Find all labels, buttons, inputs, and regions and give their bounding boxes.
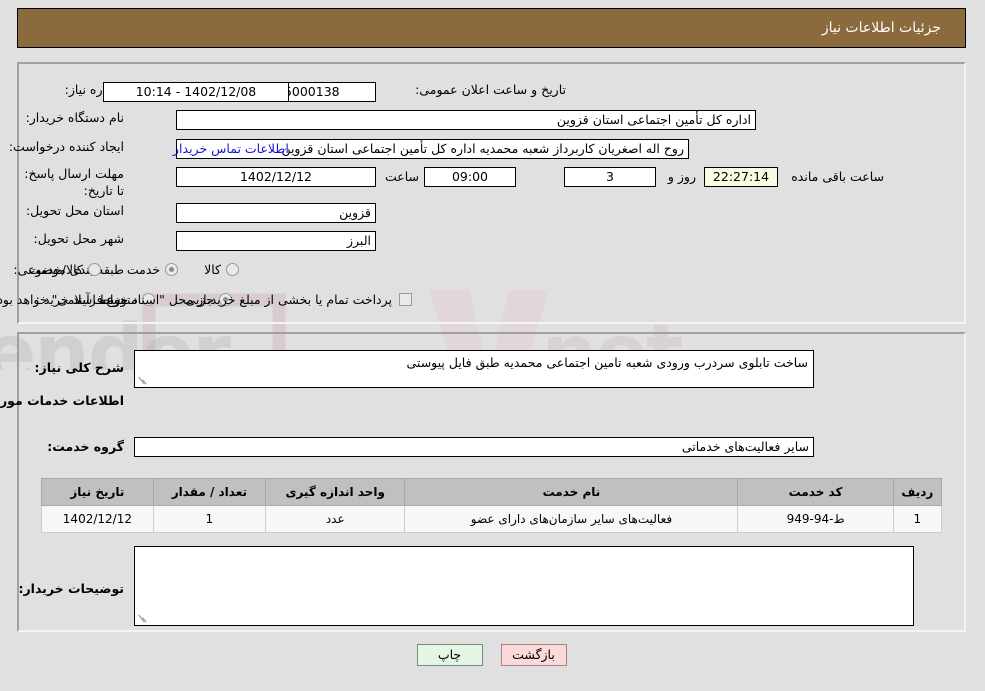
services-table: ردیف کد خدمت نام خدمت واحد اندازه گیری ت… bbox=[42, 478, 944, 533]
radio-khedmat-icon[interactable] bbox=[166, 263, 180, 276]
cell-unit: عدد bbox=[265, 505, 407, 533]
deadline-hour-label: ساعت bbox=[385, 169, 420, 184]
deadline-label: مهلت ارسال پاسخ: تا تاریخ: bbox=[25, 166, 125, 198]
col-service-code: کد خدمت bbox=[738, 478, 895, 506]
deadline-date-value: 1402/12/12 bbox=[177, 167, 377, 187]
table-header-row: ردیف کد خدمت نام خدمت واحد اندازه گیری ت… bbox=[42, 478, 944, 506]
cell-service-code: ط-94-949 bbox=[738, 505, 895, 533]
deadline-days-value: 3 bbox=[565, 167, 657, 187]
deadline-label-wrap: مهلت ارسال پاسخ: تا تاریخ: bbox=[15, 166, 125, 200]
service-group-value: سایر فعالیت‌های خدماتی bbox=[135, 437, 815, 457]
col-service-name: نام خدمت bbox=[405, 478, 740, 506]
page-title: جزئیات اطلاعات نیاز bbox=[822, 20, 942, 36]
request-creator-label-wrap: ایجاد کننده درخواست: bbox=[10, 139, 125, 156]
radio-option-khedmat[interactable]: خدمت bbox=[127, 262, 180, 277]
page-header-bar: جزئیات اطلاعات نیاز bbox=[18, 8, 967, 48]
delivery-city-label-wrap: شهر محل تحویل: bbox=[35, 231, 125, 248]
radio-khedmat-label: خدمت bbox=[127, 262, 162, 277]
delivery-province-label-wrap: استان محل تحویل: bbox=[27, 203, 125, 220]
resize-grip-icon[interactable] bbox=[138, 376, 148, 386]
col-quantity: تعداد / مقدار bbox=[153, 478, 267, 506]
delivery-province-value: قزوین bbox=[177, 203, 377, 223]
back-button[interactable]: بازگشت bbox=[501, 644, 568, 666]
cell-service-name: فعالیت‌های سایر سازمان‌های دارای عضو bbox=[405, 505, 740, 533]
col-need-date: تاریخ نیاز bbox=[42, 478, 155, 506]
print-button[interactable]: چاپ bbox=[417, 644, 484, 666]
radio-kala-icon[interactable] bbox=[227, 263, 240, 276]
public-announce-label-wrap: تاریخ و ساعت اعلان عمومی: bbox=[416, 82, 567, 99]
cell-need-date: 1402/12/12 bbox=[42, 505, 155, 533]
need-summary-textarea[interactable]: ساخت تابلوی سردرب ورودی شعبه تامین اجتما… bbox=[135, 350, 815, 388]
deadline-countdown-suffix: ساعت باقی مانده bbox=[792, 169, 885, 184]
cell-quantity: 1 bbox=[153, 505, 267, 533]
request-creator-label: ایجاد کننده درخواست: bbox=[9, 139, 125, 154]
treasury-bond-checkbox-icon[interactable] bbox=[400, 293, 413, 306]
delivery-province-label: استان محل تحویل: bbox=[26, 203, 125, 218]
radio-kala-label: کالا bbox=[205, 262, 222, 277]
table-row: 1 ط-94-949 فعالیت‌های سایر سازمان‌های دا… bbox=[42, 505, 944, 533]
cell-row-no: 1 bbox=[893, 505, 944, 533]
delivery-city-label: شهر محل تحویل: bbox=[34, 231, 125, 246]
treasury-bond-checkbox-row[interactable]: پرداخت تمام یا بخشی از مبلغ خرید،از محل … bbox=[0, 292, 413, 307]
footer-button-bar: بازگشت چاپ bbox=[0, 644, 985, 666]
service-group-label: گروه خدمت: bbox=[48, 439, 125, 454]
buyer-org-value: اداره کل تأمین اجتماعی استان قزوین bbox=[177, 110, 757, 130]
radio-option-kala[interactable]: کالا bbox=[205, 262, 240, 277]
subject-category-radio-group: کالا خدمت کالا/خدمت bbox=[29, 262, 240, 277]
radio-kala-khedmat-icon[interactable] bbox=[88, 263, 102, 276]
radio-kala-khedmat-label: کالا/خدمت bbox=[29, 262, 84, 277]
need-summary-label: شرح کلی نیاز: bbox=[35, 360, 125, 375]
buyer-org-label-wrap: نام دستگاه خریدار: bbox=[27, 110, 125, 127]
resize-grip-icon-2[interactable] bbox=[138, 614, 148, 624]
deadline-countdown-value: 22:27:14 bbox=[705, 167, 779, 187]
public-announce-label: تاریخ و ساعت اعلان عمومی: bbox=[416, 82, 567, 97]
col-unit: واحد اندازه گیری bbox=[265, 478, 407, 506]
deadline-hour-value: 09:00 bbox=[425, 167, 517, 187]
treasury-bond-checkbox-label: پرداخت تمام یا بخشی از مبلغ خرید،از محل … bbox=[0, 292, 393, 307]
services-section-heading: اطلاعات خدمات مورد نیاز bbox=[0, 393, 125, 408]
col-row-no: ردیف bbox=[893, 478, 944, 506]
buyer-contact-link[interactable]: اطلاعات تماس خریدار bbox=[174, 141, 290, 156]
buyer-org-label: نام دستگاه خریدار: bbox=[26, 110, 125, 125]
need-summary-value: ساخت تابلوی سردرب ورودی شعبه تامین اجتما… bbox=[407, 355, 809, 370]
deadline-days-suffix: روز و bbox=[668, 169, 697, 184]
public-announce-value: 1402/12/08 - 10:14 bbox=[104, 82, 290, 102]
radio-option-kala-khedmat[interactable]: کالا/خدمت bbox=[29, 262, 102, 277]
buyer-comments-label: توضیحات خریدار: bbox=[19, 581, 125, 596]
delivery-city-value: البرز bbox=[177, 231, 377, 251]
buyer-comments-textarea[interactable] bbox=[135, 546, 915, 626]
